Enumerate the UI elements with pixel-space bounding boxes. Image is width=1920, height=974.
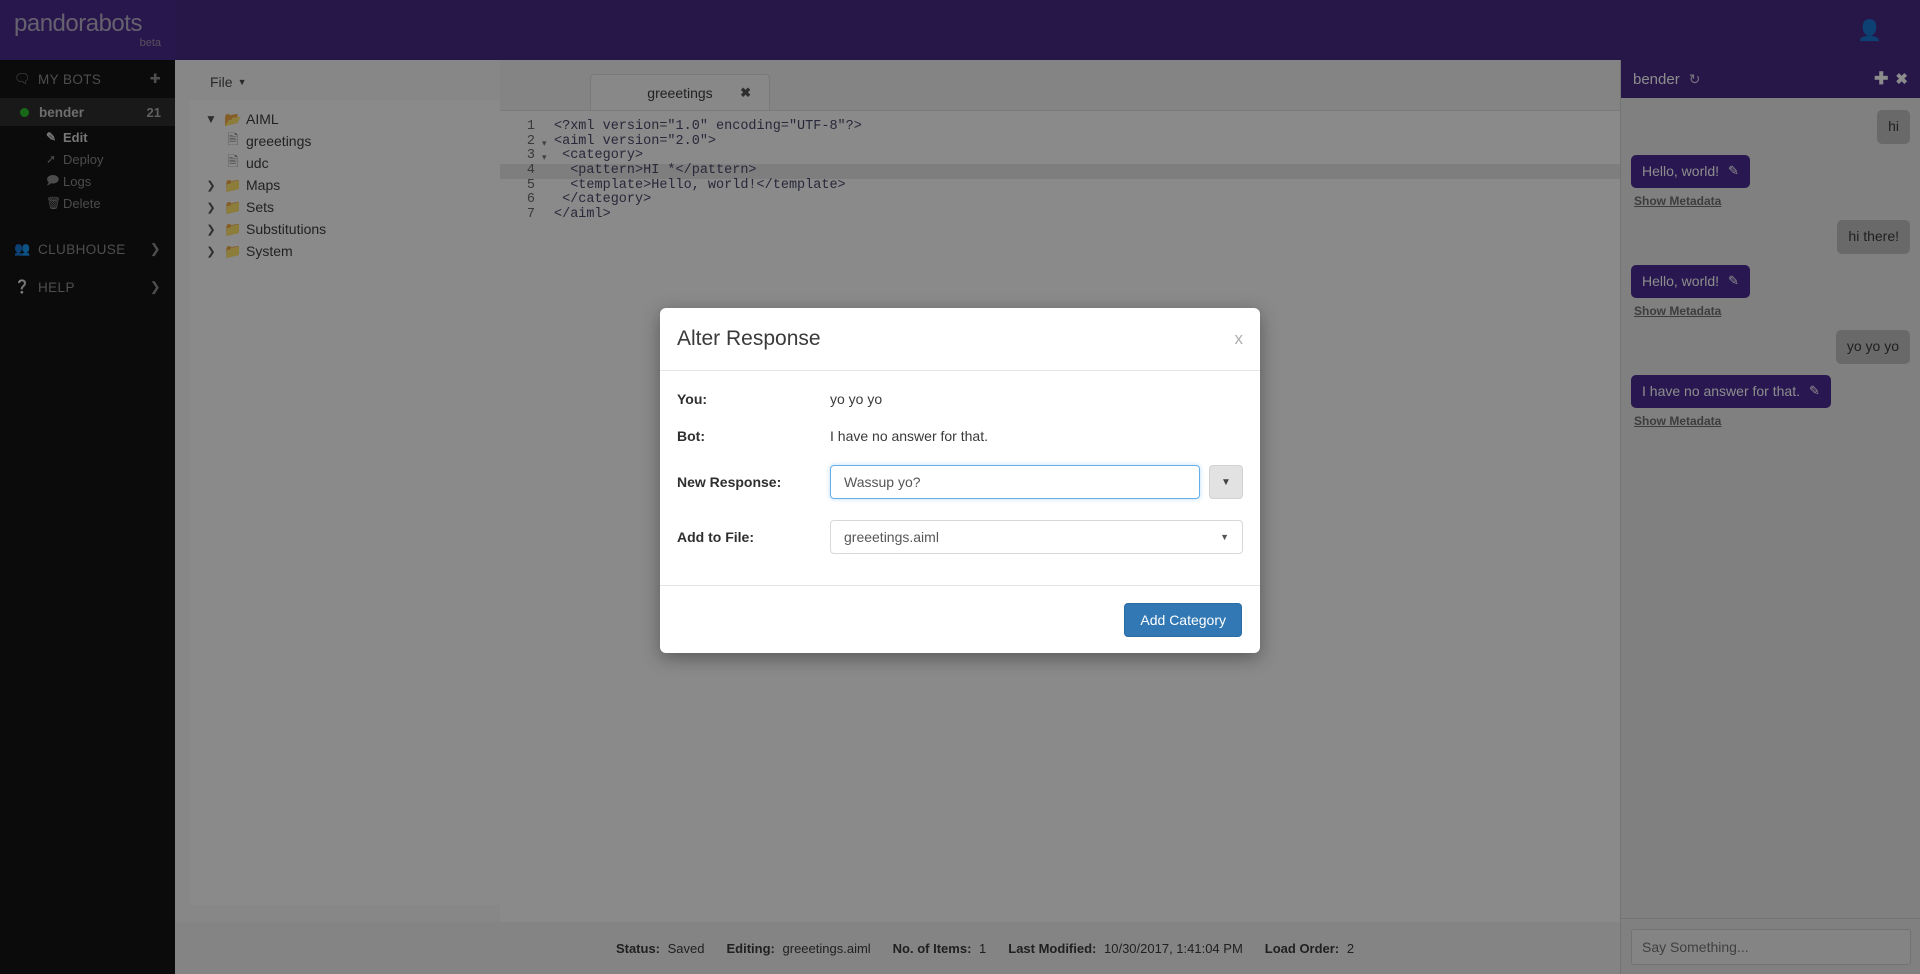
close-icon[interactable]: x (1235, 329, 1244, 349)
app-root: pandorabots beta 🗨 MY BOTS ✚ bender 21 ✎… (0, 0, 1920, 974)
add-category-button[interactable]: Add Category (1124, 602, 1242, 637)
bot-label: Bot: (677, 428, 705, 444)
you-value: yo yo yo (830, 391, 883, 407)
new-response-label: New Response: (677, 474, 782, 490)
alter-response-modal: Alter Response x You: yo yo yo Bot: I ha… (660, 308, 1260, 653)
modal-body: You: yo yo yo Bot: I have no answer for … (660, 371, 1260, 554)
you-label: You: (677, 391, 708, 407)
modal-footer: Add Category (660, 585, 1260, 653)
add-to-file-select[interactable]: greeetings.aiml ▼ (830, 520, 1243, 554)
modal-header: Alter Response x (660, 308, 1260, 371)
chevron-down-icon: ▼ (1221, 476, 1231, 488)
new-response-dropdown-button[interactable]: ▼ (1209, 465, 1243, 499)
chevron-down-icon: ▼ (1220, 532, 1229, 542)
field-row-bot: Bot: I have no answer for that. (677, 428, 1243, 444)
add-to-file-value: greeetings.aiml (844, 529, 939, 545)
add-to-file-label: Add to File: (677, 529, 754, 545)
bot-value: I have no answer for that. (830, 428, 988, 444)
modal-title: Alter Response (677, 327, 821, 350)
new-response-input[interactable] (830, 465, 1200, 499)
field-row-you: You: yo yo yo (677, 391, 1243, 407)
field-row-add-to-file: Add to File: greeetings.aiml ▼ (677, 520, 1243, 554)
field-row-new-response: New Response: ▼ (677, 465, 1243, 499)
